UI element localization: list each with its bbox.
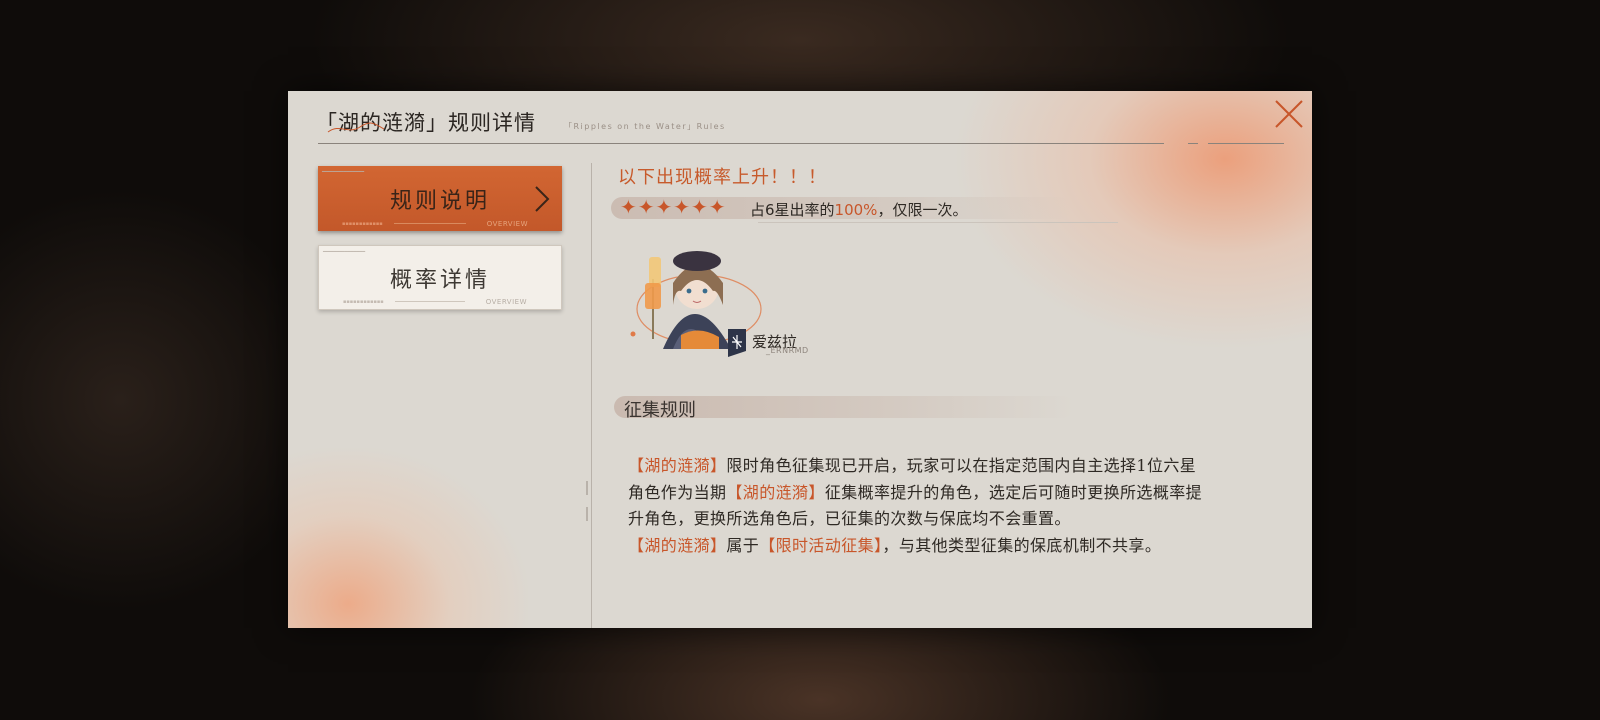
decorative-glow	[288, 448, 528, 628]
tab-label: 概率详情	[389, 267, 490, 293]
tab-label: 规则说明	[389, 188, 490, 214]
chevron-right-icon	[535, 186, 550, 212]
rate-percent: 100%	[834, 201, 878, 219]
title-divider	[1208, 143, 1284, 144]
rules-paragraph: 【湖的涟漪】限时角色征集现已开启，玩家可以在指定范围内自主选择1位六星角色作为当…	[628, 456, 1203, 528]
six-star-rarity-icon: ✦✦✦✦✦✦	[620, 195, 727, 219]
tab-tag: OVERVIEW	[485, 298, 527, 306]
title-divider	[318, 143, 1164, 144]
close-button[interactable]	[1272, 97, 1306, 131]
dialog-subtitle: 「Ripples on the Water」Rules	[564, 122, 726, 131]
title-swirl-icon	[327, 122, 385, 133]
tab-rules-overview[interactable]: ━━━━━━━━━━━━━━ 规则说明 ▪▪▪▪▪▪▪▪▪▪▪▪ OVERVIE…	[318, 166, 562, 231]
character-subname: _ERNRMD	[766, 346, 809, 355]
class-emblem-icon	[728, 329, 746, 357]
tab-probability-details[interactable]: ━━━━━━━━━━━━━━ 概率详情 ▪▪▪▪▪▪▪▪▪▪▪▪ OVERVIE…	[318, 245, 562, 310]
decorative-glow	[952, 91, 1312, 351]
rules-dialog: 「湖的涟漪」规则详情 「Ripples on the Water」Rules ━…	[288, 91, 1312, 628]
content-divider	[591, 163, 592, 628]
rules-text: 【湖的涟漪】限时角色征集现已开启，玩家可以在指定范围内自主选择1位六星角色作为当…	[628, 453, 1208, 559]
rate-up-description: 占6星出率的100%，仅限一次。	[750, 201, 968, 219]
rate-up-heading: 以下出现概率上升！！！	[618, 167, 827, 188]
close-icon	[1275, 100, 1303, 128]
tab-tag: OVERVIEW	[486, 220, 528, 228]
section-title: 征集规则	[624, 400, 696, 421]
title-divider	[1188, 143, 1198, 144]
rules-paragraph: 【湖的涟漪】属于【限时活动征集】，与其他类型征集的保底机制不共享。	[628, 535, 1162, 555]
